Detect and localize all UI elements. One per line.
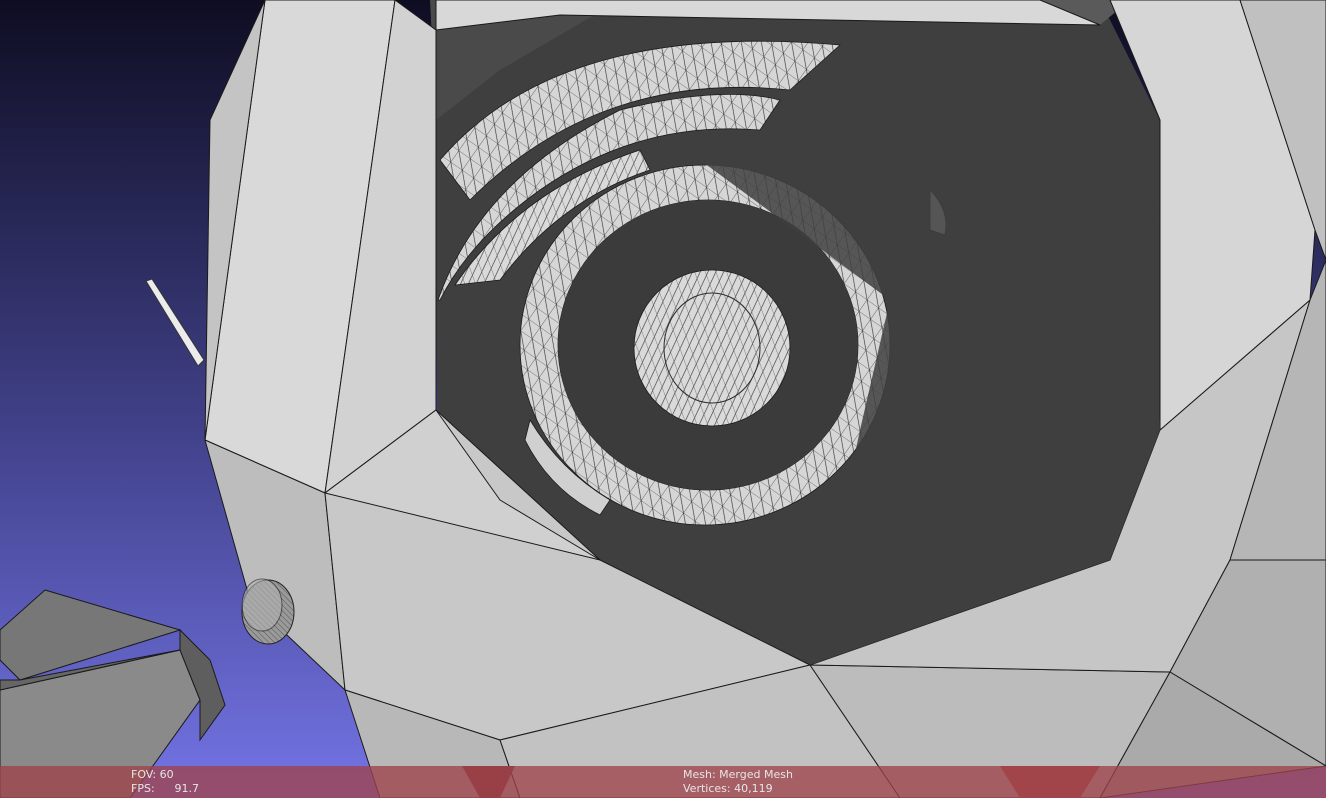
fps-label: FPS: xyxy=(131,782,155,795)
mesh-info: Mesh: Merged Mesh Vertices: 40,119 xyxy=(683,768,793,796)
vertices-count: 40,119 xyxy=(734,782,773,795)
knob xyxy=(241,578,295,645)
3d-viewport[interactable]: FOV: 60 FPS: 91.7 Mesh: Merged Mesh Vert… xyxy=(0,0,1326,798)
vertices-label: Vertices: xyxy=(683,782,731,795)
fov-value: 60 xyxy=(159,768,174,781)
fps-value: 91.7 xyxy=(174,782,200,795)
mesh-name: Merged Mesh xyxy=(719,768,793,781)
fps-row: FPS: 91.7 xyxy=(131,782,199,796)
mesh-row: Mesh: Merged Mesh xyxy=(683,768,793,782)
vertices-row: Vertices: 40,119 xyxy=(683,782,793,796)
status-overlay: FOV: 60 FPS: 91.7 Mesh: Merged Mesh Vert… xyxy=(0,766,1326,798)
render-stats: FOV: 60 FPS: 91.7 xyxy=(131,768,199,796)
mesh-label: Mesh: xyxy=(683,768,716,781)
fov-label: FOV: xyxy=(131,768,157,781)
mesh-render xyxy=(0,0,1326,798)
fov-row: FOV: 60 xyxy=(131,768,199,782)
